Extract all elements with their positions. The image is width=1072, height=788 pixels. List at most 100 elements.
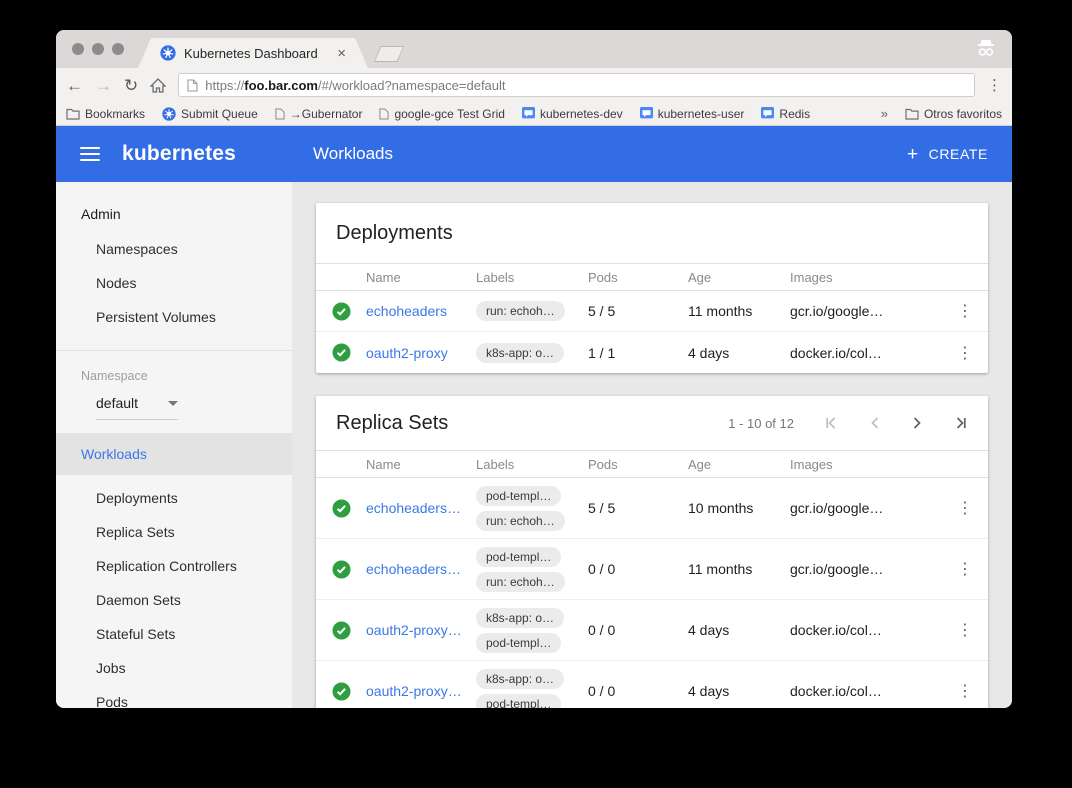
column-header-age[interactable]: Age (688, 270, 790, 285)
browser-tab[interactable]: Kubernetes Dashboard × (138, 38, 368, 68)
last-page-icon[interactable] (953, 416, 968, 430)
status-ok-icon (332, 302, 351, 321)
row-menu-icon[interactable]: ⋮ (957, 683, 973, 700)
bookmark-kubernetes-dev[interactable]: kubernetes-dev (522, 107, 623, 121)
resource-link[interactable]: echoheaders… (366, 561, 461, 577)
pods-cell: 5 / 5 (588, 303, 688, 319)
age-cell: 10 months (688, 500, 790, 516)
row-menu-icon[interactable]: ⋮ (957, 561, 973, 578)
browser-menu-icon[interactable]: ⋮ (987, 76, 1002, 94)
bookmarks-overflow-chevron[interactable]: » (881, 106, 888, 121)
sidebar-item-admin[interactable]: Admin (56, 182, 292, 222)
table-row: echoheaders… pod-templ… run: echoh… 0 / … (316, 539, 988, 600)
label-chip: pod-templ… (476, 633, 561, 653)
deployments-table-header: Name Labels Pods Age Images (316, 263, 988, 291)
pagination: 1 - 10 of 12 (728, 416, 968, 431)
first-page-icon (824, 416, 839, 430)
row-menu-icon[interactable]: ⋮ (957, 345, 973, 362)
home-icon[interactable] (150, 78, 166, 93)
back-icon[interactable]: ← (66, 77, 83, 94)
tab-close-icon[interactable]: × (337, 45, 346, 62)
table-row: echoheaders run: echoh… 5 / 5 11 months … (316, 291, 988, 332)
column-header-images[interactable]: Images (790, 457, 942, 472)
label-chip: k8s-app: o… (476, 608, 564, 628)
bookmark-kubernetes-user[interactable]: kubernetes-user (640, 107, 745, 121)
namespace-select[interactable]: default (96, 395, 178, 420)
sidebar-item-replica-sets[interactable]: Replica Sets (56, 515, 292, 549)
resource-link[interactable]: echoheaders (366, 303, 447, 319)
label-chip: pod-templ… (476, 547, 561, 567)
sidebar-item-jobs[interactable]: Jobs (56, 651, 292, 685)
bookmark-submit-queue[interactable]: Submit Queue (162, 107, 258, 121)
kubernetes-logo[interactable]: kubernetes (122, 142, 236, 166)
sidebar-item-deployments[interactable]: Deployments (56, 481, 292, 515)
deployments-card-title: Deployments (336, 222, 968, 245)
resource-link[interactable]: oauth2-proxy (366, 345, 448, 361)
url-scheme: https:// (205, 78, 244, 93)
column-header-pods[interactable]: Pods (588, 457, 688, 472)
page-icon (275, 108, 285, 120)
sidebar-item-workloads[interactable]: Workloads (56, 433, 292, 475)
replica-sets-card: Replica Sets 1 - 10 of 12 (316, 396, 988, 708)
address-bar[interactable]: https://foo.bar.com/#/workload?namespace… (178, 73, 975, 97)
next-page-icon[interactable] (911, 416, 923, 430)
label-chip: run: echoh… (476, 301, 565, 321)
images-cell: gcr.io/google… (790, 303, 942, 319)
row-menu-icon[interactable]: ⋮ (957, 622, 973, 639)
new-tab-button[interactable] (374, 46, 404, 62)
sidebar-item-pods[interactable]: Pods (56, 685, 292, 708)
resource-link[interactable]: oauth2-proxy… (366, 622, 462, 638)
sidebar-item-namespaces[interactable]: Namespaces (56, 232, 292, 266)
sidebar-item-daemon-sets[interactable]: Daemon Sets (56, 583, 292, 617)
images-cell: gcr.io/google… (790, 500, 942, 516)
column-header-labels[interactable]: Labels (476, 270, 588, 285)
page-icon (379, 108, 389, 120)
create-button[interactable]: + CREATE (907, 145, 988, 164)
label-chip: run: echoh… (476, 511, 565, 531)
table-row: oauth2-proxy k8s-app: o… 1 / 1 4 days do… (316, 332, 988, 373)
page-title: Workloads (313, 144, 393, 164)
status-ok-icon (332, 621, 351, 640)
bookmark-redis[interactable]: Redis (761, 107, 810, 121)
status-ok-icon (332, 499, 351, 518)
row-menu-icon[interactable]: ⋮ (957, 303, 973, 320)
replica-sets-card-title: Replica Sets (336, 412, 728, 435)
groups-icon (522, 107, 535, 120)
column-header-labels[interactable]: Labels (476, 457, 588, 472)
bookmark-bookmarks[interactable]: Bookmarks (66, 107, 145, 121)
label-chip: pod-templ… (476, 486, 561, 506)
sidebar: Admin Namespaces Nodes Persistent Volume… (56, 182, 292, 708)
reload-icon[interactable]: ↻ (124, 77, 138, 94)
sidebar-item-stateful-sets[interactable]: Stateful Sets (56, 617, 292, 651)
bookmark-gubernator[interactable]: →Gubernator (275, 107, 363, 121)
column-header-age[interactable]: Age (688, 457, 790, 472)
pods-cell: 0 / 0 (588, 683, 688, 699)
bookmark-google-gce-test-grid[interactable]: google-gce Test Grid (379, 107, 505, 121)
app-header: kubernetes Workloads + CREATE (56, 126, 1012, 182)
window-controls[interactable] (72, 43, 124, 55)
minimize-window-button[interactable] (92, 43, 104, 55)
namespace-label: Namespace (56, 351, 292, 383)
column-header-name[interactable]: Name (366, 457, 476, 472)
close-window-button[interactable] (72, 43, 84, 55)
hamburger-menu-icon[interactable] (80, 147, 100, 161)
zoom-window-button[interactable] (112, 43, 124, 55)
column-header-pods[interactable]: Pods (588, 270, 688, 285)
resource-link[interactable]: echoheaders… (366, 500, 461, 516)
images-cell: docker.io/col… (790, 345, 942, 361)
column-header-name[interactable]: Name (366, 270, 476, 285)
url-path: /#/workload?namespace=default (318, 78, 506, 93)
label-chip: k8s-app: o… (476, 343, 564, 363)
status-ok-icon (332, 682, 351, 701)
column-header-images[interactable]: Images (790, 270, 942, 285)
sidebar-item-persistent-volumes[interactable]: Persistent Volumes (56, 300, 292, 334)
other-bookmarks-folder[interactable]: Otros favoritos (905, 107, 1002, 121)
incognito-icon (974, 38, 998, 58)
sidebar-item-nodes[interactable]: Nodes (56, 266, 292, 300)
resource-link[interactable]: oauth2-proxy… (366, 683, 462, 699)
images-cell: docker.io/col… (790, 622, 942, 638)
sidebar-item-replication-controllers[interactable]: Replication Controllers (56, 549, 292, 583)
age-cell: 11 months (688, 303, 790, 319)
row-menu-icon[interactable]: ⋮ (957, 500, 973, 517)
table-row: oauth2-proxy… k8s-app: o… pod-templ… 0 /… (316, 600, 988, 661)
